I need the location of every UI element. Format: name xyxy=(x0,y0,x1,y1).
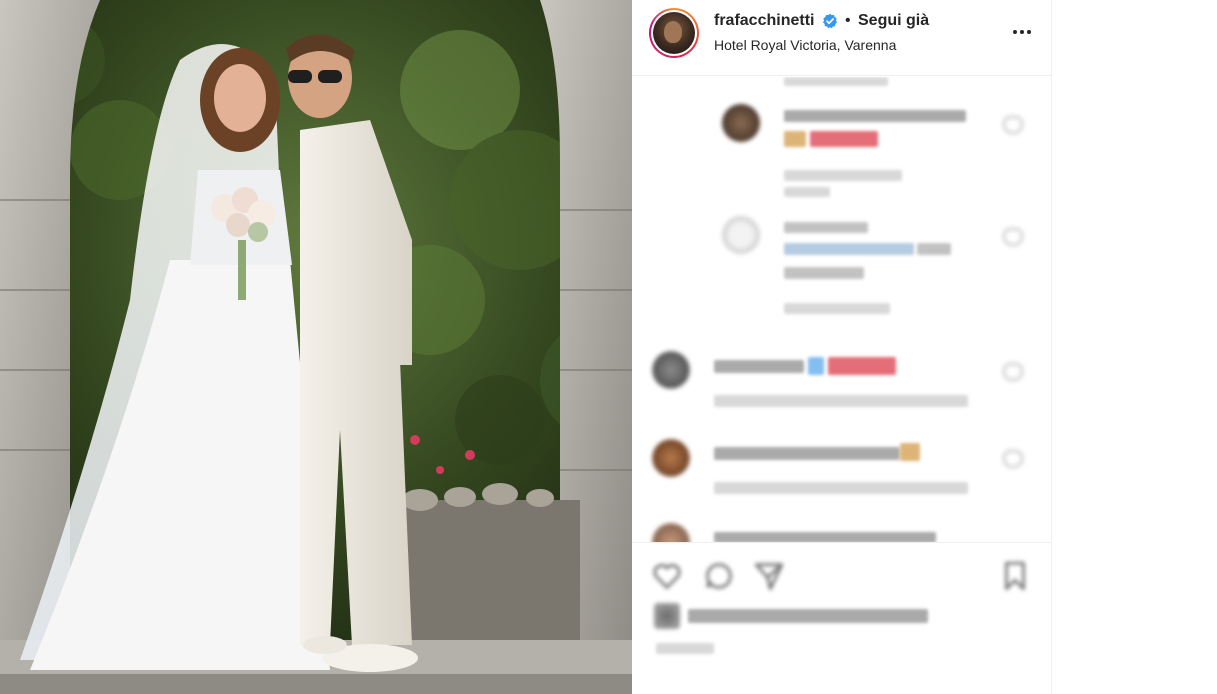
obscured-text xyxy=(784,110,966,122)
commenter-avatar[interactable] xyxy=(722,104,760,142)
obscured-text xyxy=(714,360,804,373)
paper-plane-icon[interactable] xyxy=(752,559,786,593)
verified-badge-icon xyxy=(823,13,837,29)
separator-dot: • xyxy=(845,12,851,29)
commenter-avatar[interactable] xyxy=(652,351,690,389)
post-actions xyxy=(632,542,1052,694)
obscured-emoji xyxy=(784,131,806,147)
more-options-icon[interactable] xyxy=(1010,22,1034,42)
comment-like-icon[interactable] xyxy=(1000,224,1023,246)
obscured-mention[interactable] xyxy=(784,243,914,255)
post-header: frafacchinetti • Segui già Hotel Royal V… xyxy=(632,0,1052,76)
comments-list xyxy=(632,77,1052,542)
obscured-text xyxy=(784,187,830,197)
commenter-avatar[interactable] xyxy=(652,523,690,542)
obscured-text xyxy=(784,303,890,314)
obscured-text xyxy=(714,482,968,494)
obscured-emoji xyxy=(808,357,824,375)
commenter-avatar[interactable] xyxy=(722,216,760,254)
obscured-text xyxy=(714,395,968,407)
location-link[interactable]: Hotel Royal Victoria, Varenna xyxy=(714,37,896,53)
follow-status-button[interactable]: Segui già xyxy=(858,12,929,30)
obscured-text xyxy=(714,532,936,542)
heart-icon[interactable] xyxy=(650,559,684,593)
commenter-avatar[interactable] xyxy=(652,439,690,477)
comment-like-icon[interactable] xyxy=(1000,359,1023,381)
obscured-likes-text[interactable] xyxy=(688,609,928,623)
comment-bubble-icon[interactable] xyxy=(702,559,736,593)
post-sidebar: frafacchinetti • Segui già Hotel Royal V… xyxy=(632,0,1052,694)
obscured-text xyxy=(784,170,902,181)
comment-like-icon[interactable] xyxy=(1000,112,1023,134)
wedding-photo-illustration xyxy=(0,0,632,694)
liked-by-avatar[interactable] xyxy=(654,603,680,629)
obscured-emoji xyxy=(810,131,878,147)
obscured-emoji xyxy=(828,357,896,375)
obscured-date xyxy=(656,643,714,654)
avatar-image xyxy=(653,12,695,54)
post-photo[interactable] xyxy=(0,0,632,694)
bookmark-icon[interactable] xyxy=(998,559,1032,593)
obscured-text xyxy=(917,243,951,255)
obscured-text xyxy=(784,267,864,279)
obscured-text xyxy=(784,222,868,233)
obscured-text xyxy=(784,77,888,86)
profile-avatar[interactable] xyxy=(649,8,699,58)
comment-like-icon[interactable] xyxy=(1000,446,1023,468)
obscured-emoji xyxy=(900,443,920,461)
username-link[interactable]: frafacchinetti xyxy=(714,12,814,30)
obscured-text xyxy=(714,447,900,460)
